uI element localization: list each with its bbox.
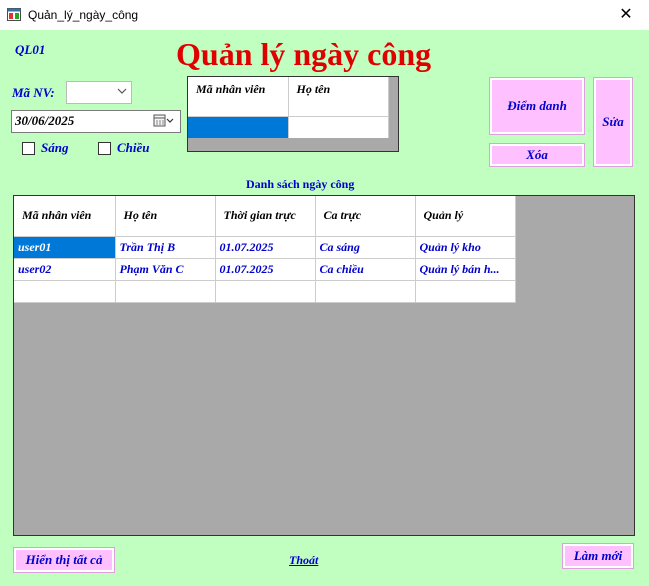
- checkbox-box[interactable]: [22, 141, 35, 155]
- record-id-label: QL01: [15, 42, 46, 57]
- checkbox-box[interactable]: [98, 141, 111, 155]
- table-cell[interactable]: [115, 280, 216, 303]
- attendance-list-title: Danh sách ngày công: [246, 177, 355, 191]
- close-icon[interactable]: ✕: [603, 0, 649, 30]
- page-title: Quản lý ngày công: [176, 36, 432, 72]
- table-cell[interactable]: [215, 280, 316, 303]
- check-in-button[interactable]: Điểm danh: [490, 78, 584, 134]
- shift-morning-label: Sáng: [41, 140, 69, 155]
- table-row[interactable]: [188, 116, 389, 138]
- column-header-employee-id[interactable]: Mã nhân viên: [14, 196, 116, 237]
- show-all-button[interactable]: Hiển thị tất cả: [14, 548, 114, 572]
- table-cell[interactable]: user02: [14, 258, 116, 281]
- table-cell[interactable]: 01.07.2025: [215, 258, 316, 281]
- exit-link[interactable]: Thoát: [289, 553, 318, 568]
- table-row-new[interactable]: [14, 280, 516, 303]
- table-cell[interactable]: Phạm Văn C: [115, 258, 216, 281]
- window-title: Quản_lý_ngày_công: [28, 8, 139, 22]
- date-value: 30/06/2025: [15, 113, 75, 128]
- table-cell[interactable]: 01.07.2025: [215, 236, 316, 259]
- table-cell[interactable]: [188, 116, 289, 138]
- employee-id-label: Mã NV:: [12, 85, 55, 100]
- form-client-area: QL01 Quản lý ngày công Mã NV: 30/06/2025…: [0, 30, 649, 586]
- table-cell[interactable]: user01: [14, 236, 116, 259]
- attendance-grid-table: Mã nhân viên Họ tên Thời gian trực Ca tr…: [14, 196, 516, 303]
- title-bar: Quản_lý_ngày_công ✕: [0, 0, 649, 30]
- attendance-grid[interactable]: Mã nhân viên Họ tên Thời gian trực Ca tr…: [13, 195, 635, 536]
- refresh-button[interactable]: Làm mới: [563, 544, 633, 568]
- table-cell[interactable]: [315, 280, 416, 303]
- table-row[interactable]: user01 Trần Thị B 01.07.2025 Ca sáng Quả…: [14, 236, 516, 259]
- employee-grid-table: Mã nhân viên Họ tên: [188, 77, 389, 138]
- delete-button[interactable]: Xóa: [490, 144, 584, 166]
- table-cell[interactable]: [415, 280, 516, 303]
- table-row[interactable]: user02 Phạm Văn C 01.07.2025 Ca chiều Qu…: [14, 258, 516, 281]
- chevron-down-icon: [117, 88, 127, 94]
- column-header-manager[interactable]: Quản lý: [415, 196, 516, 237]
- table-cell[interactable]: Ca chiều: [315, 258, 416, 281]
- column-header-employee-id[interactable]: Mã nhân viên: [188, 77, 289, 117]
- table-cell[interactable]: [14, 280, 116, 303]
- table-cell[interactable]: Quản lý bán h...: [415, 258, 516, 281]
- shift-morning-checkbox[interactable]: Sáng: [22, 140, 68, 156]
- shift-afternoon-checkbox[interactable]: Chiều: [98, 140, 150, 156]
- window-app-icon: [7, 8, 21, 21]
- column-header-shift[interactable]: Ca trực: [315, 196, 416, 237]
- date-picker[interactable]: 30/06/2025: [11, 110, 181, 133]
- edit-button[interactable]: Sửa: [594, 78, 632, 166]
- column-header-duty-time[interactable]: Thời gian trực: [215, 196, 316, 237]
- column-header-full-name[interactable]: Họ tên: [288, 77, 389, 117]
- shift-afternoon-label: Chiều: [117, 140, 150, 155]
- table-cell[interactable]: [288, 116, 389, 138]
- table-cell[interactable]: Ca sáng: [315, 236, 416, 259]
- column-header-full-name[interactable]: Họ tên: [115, 196, 216, 237]
- employee-grid[interactable]: Mã nhân viên Họ tên: [187, 76, 399, 152]
- table-cell[interactable]: Trần Thị B: [115, 236, 216, 259]
- calendar-icon[interactable]: [153, 114, 175, 131]
- table-cell[interactable]: Quản lý kho: [415, 236, 516, 259]
- employee-id-combobox[interactable]: [66, 81, 132, 104]
